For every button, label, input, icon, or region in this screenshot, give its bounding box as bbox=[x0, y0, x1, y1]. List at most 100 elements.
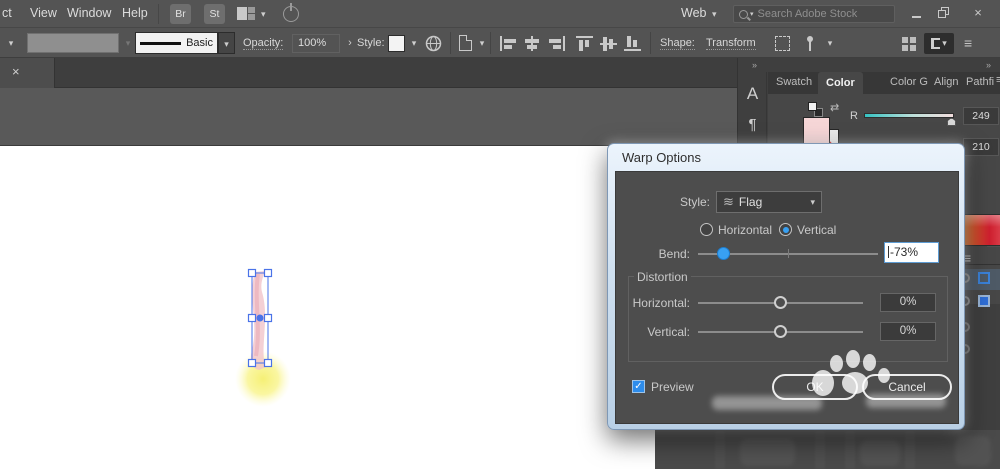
brush-definition-dropdown[interactable]: Basic bbox=[135, 32, 218, 54]
radio-vertical[interactable] bbox=[779, 223, 792, 236]
align-top-icon[interactable] bbox=[576, 36, 593, 51]
panel-tab-bar: Swatch Color Color G Align Pathfin ≡ bbox=[768, 72, 1000, 94]
share-screen-icon[interactable] bbox=[283, 6, 299, 22]
restore-button[interactable] bbox=[933, 4, 959, 22]
preview-label[interactable]: Preview bbox=[651, 380, 694, 394]
layer-thumbnail[interactable] bbox=[978, 272, 990, 284]
stroke-preview-line bbox=[140, 42, 181, 45]
panel-menu-icon[interactable]: ≡ bbox=[996, 74, 1000, 86]
watermark-shape bbox=[955, 436, 991, 466]
fill-color-swatch[interactable] bbox=[803, 117, 830, 144]
layer-thumbnail[interactable] bbox=[978, 295, 990, 307]
active-panel-button[interactable]: ▾ bbox=[924, 33, 954, 54]
document-tab[interactable]: × bbox=[0, 58, 55, 88]
bend-slider-midpoint-tick bbox=[788, 249, 789, 258]
warp-style-dropdown[interactable]: ≋ Flag ▾ bbox=[716, 191, 822, 213]
dock-expander-icon[interactable]: » bbox=[752, 60, 756, 70]
transform-link[interactable]: Transform bbox=[706, 37, 756, 50]
distortion-horizontal-label: Horizontal: bbox=[616, 296, 690, 310]
tab-swatches[interactable]: Swatch bbox=[776, 76, 814, 88]
workspace-layout-icon[interactable] bbox=[237, 7, 255, 20]
opacity-label[interactable]: Opacity: bbox=[243, 37, 283, 50]
separator bbox=[450, 32, 451, 54]
align-bottom-icon[interactable] bbox=[624, 36, 641, 51]
watermark-shape bbox=[715, 430, 725, 469]
radio-horizontal[interactable] bbox=[700, 223, 713, 236]
style-label: Style: bbox=[616, 195, 710, 209]
swap-fill-stroke-icon[interactable]: ⇄ bbox=[830, 101, 839, 114]
vertical-slider-handle[interactable] bbox=[774, 325, 787, 338]
menu-item-help[interactable]: Help bbox=[122, 6, 148, 20]
illustrator-window: ct View Window Help Br St ▾ Web ▾ ▾ Sear… bbox=[0, 0, 1000, 469]
document-setup-icon[interactable] bbox=[459, 35, 472, 51]
brush-dropdown-chevron-icon[interactable]: ▾ bbox=[218, 32, 235, 54]
tab-pathfinder[interactable]: Pathfin bbox=[966, 76, 994, 88]
document-chevron-icon[interactable]: ▾ bbox=[474, 35, 490, 51]
character-panel-icon[interactable]: A bbox=[738, 84, 767, 104]
tab-color[interactable]: Color bbox=[818, 72, 863, 94]
style-label: Style: bbox=[357, 37, 385, 49]
mini-fill-icon[interactable] bbox=[808, 102, 817, 111]
bend-value-field[interactable]: -73% bbox=[884, 242, 939, 263]
align-vertical-center-icon[interactable] bbox=[600, 36, 617, 51]
menu-item-window[interactable]: Window bbox=[67, 6, 111, 20]
document-setup-globe-icon[interactable] bbox=[425, 35, 442, 52]
red-value-field[interactable]: 249 bbox=[963, 107, 999, 125]
free-transform-icon[interactable] bbox=[775, 36, 790, 51]
style-chevron-icon[interactable]: ▾ bbox=[406, 35, 422, 51]
transform-chevron-icon[interactable]: ▾ bbox=[822, 35, 838, 51]
search-placeholder: Search Adobe Stock bbox=[758, 8, 858, 20]
puppet-warp-icon[interactable] bbox=[803, 36, 817, 51]
red-slider-handle[interactable] bbox=[947, 118, 956, 126]
close-button[interactable]: × bbox=[965, 4, 991, 22]
vertical-value-field[interactable]: 0% bbox=[880, 322, 936, 341]
stock-search-input[interactable]: ▾ Search Adobe Stock bbox=[733, 5, 895, 23]
tab-close-icon[interactable]: × bbox=[12, 64, 20, 79]
selected-artwork[interactable] bbox=[228, 256, 308, 416]
warp-style-value: Flag bbox=[739, 195, 762, 209]
align-left-icon[interactable] bbox=[500, 36, 517, 51]
horizontal-slider-handle[interactable] bbox=[774, 296, 787, 309]
tab-color-guide[interactable]: Color G bbox=[890, 76, 932, 88]
opacity-field[interactable]: 100% bbox=[292, 34, 340, 53]
dialog-title: Warp Options bbox=[622, 150, 701, 165]
opacity-expand-icon[interactable]: › bbox=[342, 35, 358, 51]
pasteboard[interactable] bbox=[0, 88, 737, 145]
document-tab-bar: × bbox=[0, 58, 737, 88]
dock-expander-icon[interactable]: » bbox=[986, 60, 990, 70]
preview-checkbox[interactable]: ✓ bbox=[632, 380, 645, 393]
stock-button[interactable]: St bbox=[204, 4, 225, 24]
radio-horizontal-label[interactable]: Horizontal bbox=[718, 223, 772, 237]
control-bar: ▾ ▾ Basic ▾ Opacity: 100% › Style: ▾ ▾ S… bbox=[0, 28, 1000, 58]
workspace-switcher-chevron-icon[interactable]: ▾ bbox=[712, 9, 717, 20]
center-anchor-point[interactable] bbox=[257, 315, 264, 322]
tab-align[interactable]: Align bbox=[934, 76, 958, 88]
graphic-style-swatch[interactable] bbox=[388, 35, 405, 52]
panel-columns-icon bbox=[931, 38, 940, 49]
workspace-switcher[interactable]: Web bbox=[681, 6, 706, 20]
shape-link[interactable]: Shape: bbox=[660, 37, 695, 50]
workspace-chevron-icon[interactable]: ▾ bbox=[261, 9, 266, 20]
flag-style-icon: ≋ bbox=[723, 194, 734, 210]
menu-item-truncated[interactable]: ct bbox=[2, 6, 12, 20]
radio-vertical-label[interactable]: Vertical bbox=[797, 223, 836, 237]
minimize-button[interactable] bbox=[903, 4, 929, 22]
align-right-icon[interactable] bbox=[548, 36, 565, 51]
menu-item-view[interactable]: View bbox=[30, 6, 57, 20]
distortion-label: Distortion bbox=[634, 270, 691, 284]
arrange-documents-icon[interactable] bbox=[902, 37, 916, 51]
artboard-canvas[interactable] bbox=[0, 145, 655, 469]
paragraph-panel-icon[interactable]: ¶ bbox=[738, 116, 767, 133]
red-channel-slider[interactable] bbox=[864, 113, 954, 118]
variable-width-chevron-icon[interactable]: ▾ bbox=[3, 35, 19, 51]
watermark-shape bbox=[815, 430, 825, 469]
green-value-field[interactable]: 210 bbox=[963, 138, 999, 156]
control-menu-icon[interactable]: ≡ bbox=[964, 35, 972, 51]
bend-slider-handle[interactable] bbox=[717, 247, 730, 260]
horizontal-value-field[interactable]: 0% bbox=[880, 293, 936, 312]
align-horizontal-center-icon[interactable] bbox=[524, 36, 541, 51]
brush-name: Basic bbox=[186, 37, 213, 49]
bridge-button[interactable]: Br bbox=[170, 4, 191, 24]
panel-area-behind-dialog bbox=[655, 430, 1000, 469]
menubar-divider bbox=[158, 4, 159, 24]
